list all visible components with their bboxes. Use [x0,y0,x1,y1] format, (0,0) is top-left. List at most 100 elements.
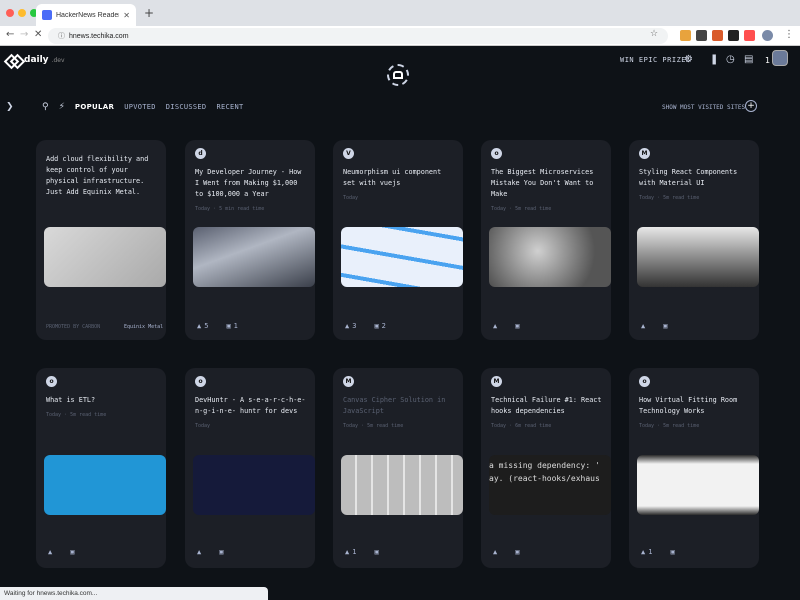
search-icon[interactable]: ⚲ [42,102,49,112]
upvote-button[interactable]: ▲ [493,322,497,330]
post-image[interactable] [44,227,166,287]
url-input[interactable]: ⓘ hnews.techika.com [48,28,668,44]
center-logo-icon[interactable] [387,64,409,86]
source-logo-icon[interactable]: M [491,376,502,387]
post-image[interactable]: a missing dependency: ' ay. (react-hooks/… [489,455,611,515]
comment-button[interactable]: ▣ [70,548,74,556]
post-card[interactable]: Add cloud flexibility and keep control o… [36,140,166,340]
post-title[interactable]: Technical Failure #1: React hooks depend… [489,395,603,417]
extension-icon[interactable] [680,30,691,41]
show-most-visited-link[interactable]: SHOW MOST VISITED SITES [662,104,745,111]
source-logo-icon[interactable]: o [195,376,206,387]
post-card[interactable]: o DevHuntr - A s-e-a-r-c-h-e-n-g-i-n-e- h… [185,368,315,568]
bookmark-star-icon[interactable]: ☆ [650,29,658,39]
post-title[interactable]: What is ETL? [44,395,158,406]
comment-button[interactable]: ▣ 1 [226,322,237,330]
post-title[interactable]: How Virtual Fitting Room Technology Work… [637,395,751,417]
new-tab-icon[interactable]: + [144,6,154,20]
post-image[interactable] [637,455,759,515]
post-image[interactable] [44,455,166,515]
window-controls [6,9,38,17]
source-logo-icon[interactable]: d [195,148,206,159]
upvote-button[interactable]: ▲ 1 [345,548,356,556]
post-card[interactable]: M Technical Failure #1: React hooks depen… [481,368,611,568]
source-logo-icon[interactable]: M [639,148,650,159]
upvote-icon: ▲ [641,322,646,330]
browser-menu-icon[interactable]: ⋮ [784,29,794,40]
upvote-button[interactable]: ▲ [197,548,201,556]
user-avatar[interactable] [772,50,788,66]
post-card[interactable]: M Styling React Components with Material … [629,140,759,340]
minimize-window-button[interactable] [18,9,26,17]
comment-icon: ▣ [515,548,520,556]
post-title[interactable]: The Biggest Microservices Mistake You Do… [489,167,603,200]
comment-button[interactable]: ▣ [663,322,667,330]
comment-count: 1 [233,322,238,330]
feed-filter-bar: ⚲ ⚡ POPULAR UPVOTED DISCUSSED RECENT [42,102,244,112]
post-image[interactable] [341,227,463,287]
sidebar-toggle-icon[interactable]: ❯ [6,102,14,112]
post-card[interactable]: o What is ETL? Today · 5m read time ▲ ▣ [36,368,166,568]
upvote-button[interactable]: ▲ 1 [641,548,652,556]
win-prizes-link[interactable]: WIN EPIC PRIZES [620,56,691,64]
post-card[interactable]: d My Developer Journey - How I Went from … [185,140,315,340]
post-title[interactable]: DevHuntr - A s-e-a-r-c-h-e-n-g-i-n-e- hu… [193,395,307,417]
source-logo-icon[interactable]: M [343,376,354,387]
extension-icon[interactable] [728,30,739,41]
post-title[interactable]: Styling React Components with Material U… [637,167,751,189]
bookmark-icon[interactable]: ❚ [710,54,718,65]
source-logo-icon[interactable]: o [639,376,650,387]
daily-dev-logo[interactable]: daily .dev [5,54,65,66]
post-card[interactable]: M Canvas Cipher Solution in JavaScript Tod… [333,368,463,568]
upvote-button[interactable]: ▲ [641,322,645,330]
post-card[interactable]: o The Biggest Microservices Mistake You D… [481,140,611,340]
post-title[interactable]: Add cloud flexibility and keep control o… [44,154,158,198]
forward-icon[interactable]: → [20,29,28,40]
comment-button[interactable]: ▣ [374,548,378,556]
source-logo-icon[interactable]: o [491,148,502,159]
post-title[interactable]: Canvas Cipher Solution in JavaScript [341,395,455,417]
upvote-icon: ▲ [641,548,646,556]
post-image[interactable] [193,227,315,287]
tab-title: HackerNews Reader by Trom [56,11,120,19]
site-info-icon[interactable]: ⓘ [58,31,65,41]
comment-button[interactable]: ▣ [219,548,223,556]
sponsor-name[interactable]: Equinix Metal [124,324,163,330]
upvote-button[interactable]: ▲ 3 [345,322,356,330]
comment-icon: ▣ [374,322,379,330]
post-title[interactable]: Neumorphism ui component set with vuejs [341,167,455,189]
tab-popular[interactable]: POPULAR [75,103,114,111]
post-title[interactable]: My Developer Journey - How I Went from M… [193,167,307,200]
back-icon[interactable]: ← [6,29,14,40]
tab-upvoted[interactable]: UPVOTED [124,103,156,111]
source-logo-icon[interactable]: o [46,376,57,387]
comment-button[interactable]: ▣ [515,548,519,556]
tab-close-icon[interactable]: ✕ [123,11,130,20]
post-card[interactable]: o How Virtual Fitting Room Technology Wor… [629,368,759,568]
comment-button[interactable]: ▣ [515,322,519,330]
post-image[interactable] [637,227,759,287]
tab-recent[interactable]: RECENT [216,103,243,111]
source-logo-icon[interactable]: V [343,148,354,159]
post-image[interactable] [193,455,315,515]
close-window-button[interactable] [6,9,14,17]
extension-icon[interactable] [744,30,755,41]
extension-icon[interactable] [696,30,707,41]
profile-avatar-icon[interactable] [762,30,773,41]
comment-button[interactable]: ▣ [670,548,674,556]
upvote-button[interactable]: ▲ [48,548,52,556]
stop-icon[interactable]: ✕ [34,29,42,40]
reading-history-icon[interactable]: ◷ [726,54,735,65]
extension-icon[interactable] [712,30,723,41]
browser-tab[interactable]: HackerNews Reader by Trom ✕ [36,4,136,26]
upvote-button[interactable]: ▲ 5 [197,322,208,330]
add-shortcut-button[interactable]: + [745,100,757,112]
post-image[interactable] [341,455,463,515]
comment-button[interactable]: ▣ 2 [374,322,385,330]
upvote-button[interactable]: ▲ [493,548,497,556]
layout-icon[interactable]: ▤ [744,54,753,65]
post-card[interactable]: V Neumorphism ui component set with vuejs… [333,140,463,340]
tab-discussed[interactable]: DISCUSSED [166,103,207,111]
gift-icon[interactable]: ⚙ [684,54,693,65]
post-image[interactable] [489,227,611,287]
